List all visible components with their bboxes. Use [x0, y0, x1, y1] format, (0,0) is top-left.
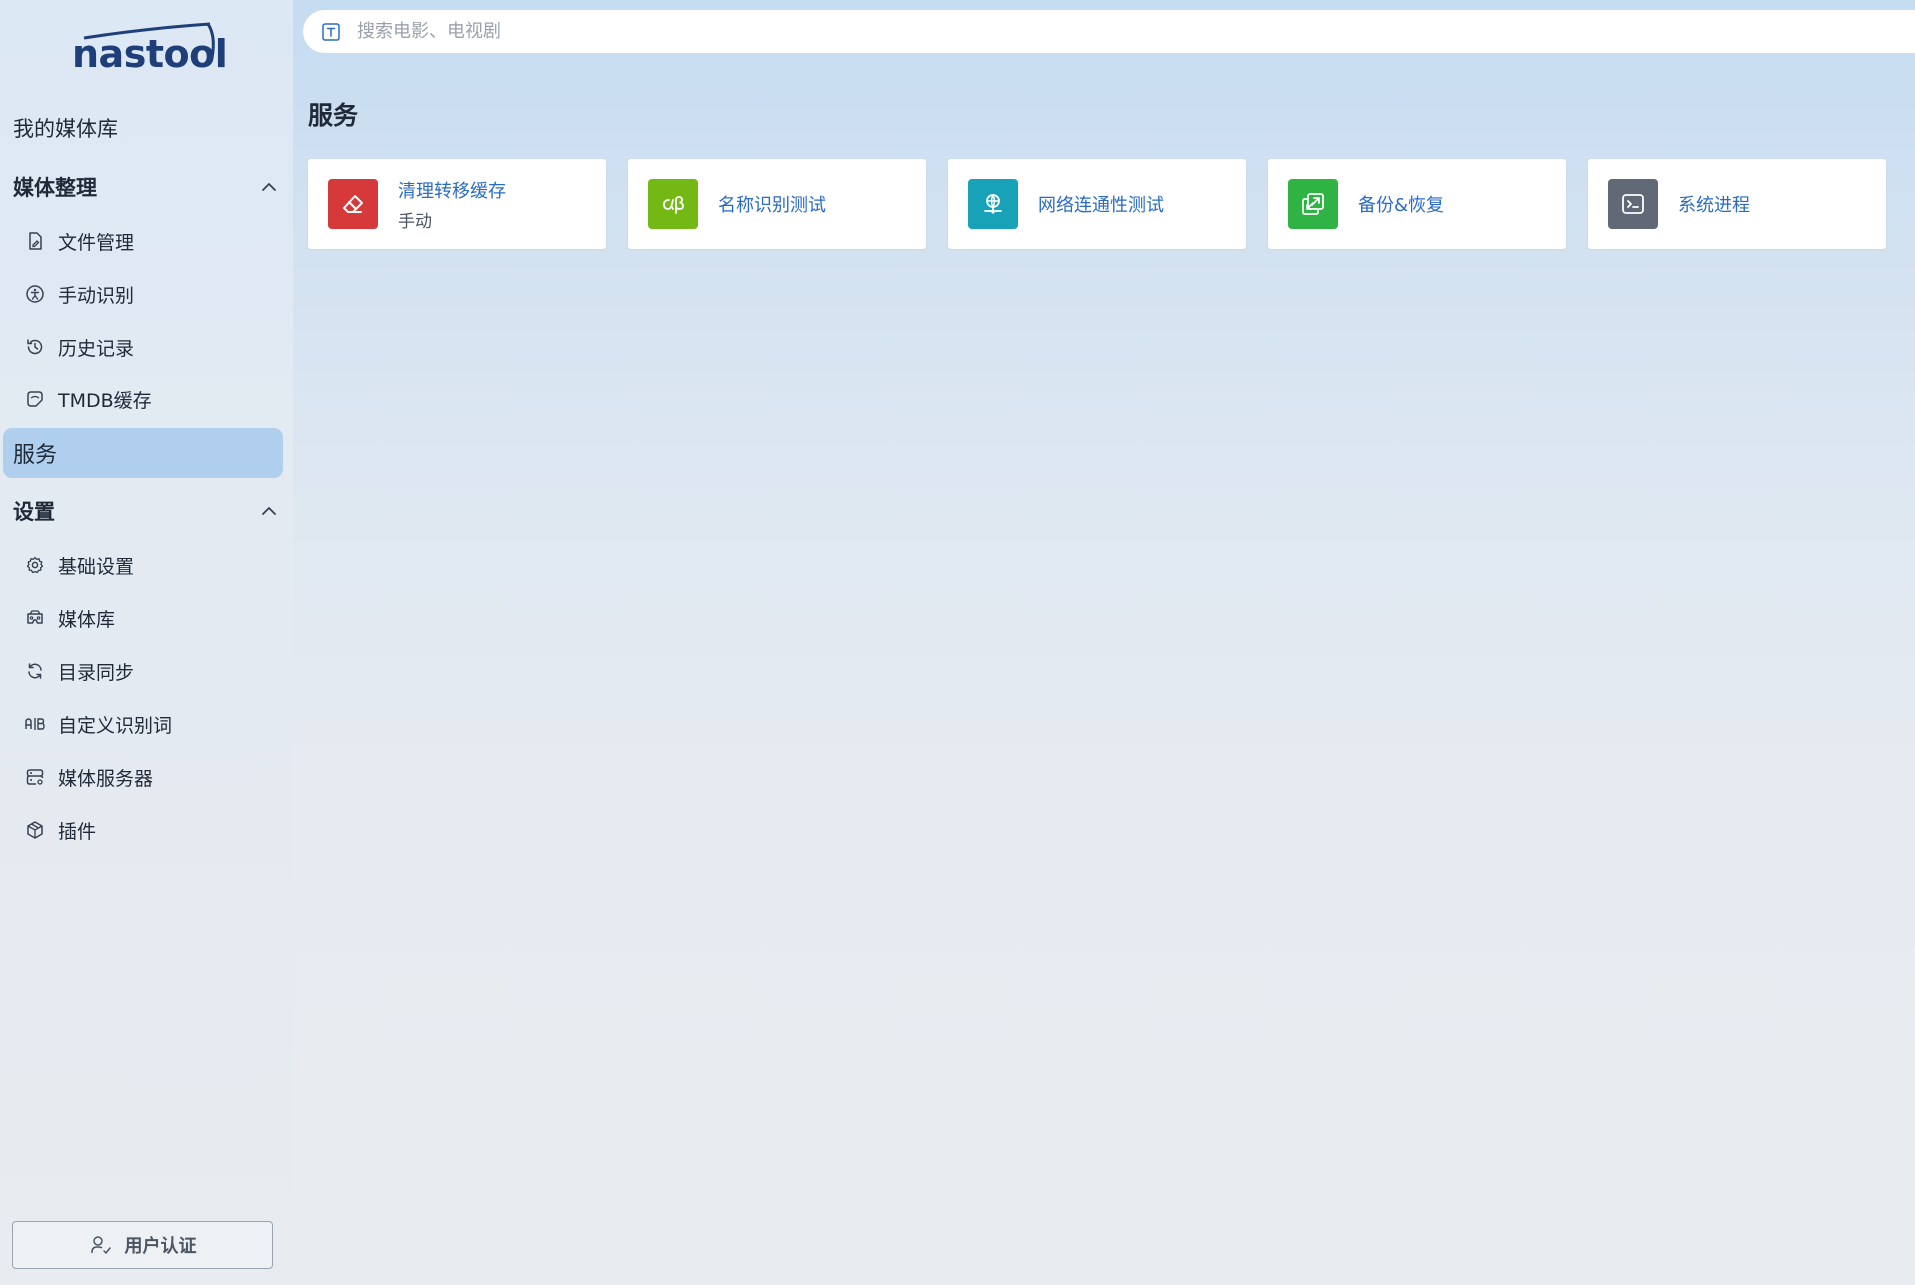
sidebar-group-label: 设置: [13, 500, 55, 524]
service-name: 系统进程: [1678, 195, 1750, 216]
sticker-icon: [24, 388, 46, 410]
sidebar-item-media-library[interactable]: 媒体库: [24, 598, 279, 638]
server-icon: [24, 766, 46, 788]
service-card-network-test[interactable]: 网络连通性测试: [948, 159, 1246, 249]
sidebar-item-label: 手动识别: [58, 284, 135, 307]
sidebar-group-label: 媒体整理: [13, 176, 97, 200]
service-sub: 手动: [398, 211, 432, 232]
sidebar-item-media-server[interactable]: 媒体服务器: [24, 757, 279, 797]
sidebar-item-basic-settings[interactable]: 基础设置: [24, 545, 279, 585]
search-input[interactable]: [357, 21, 957, 42]
sidebar-item-tmdb-cache[interactable]: TMDB缓存: [24, 379, 279, 419]
sidebar-item-label: 文件管理: [58, 231, 135, 254]
service-name: 清理转移缓存: [398, 180, 506, 202]
terminal-icon: [1608, 179, 1658, 229]
search-bar[interactable]: [303, 10, 1915, 53]
sidebar-group-settings[interactable]: 设置: [13, 491, 283, 531]
gear-icon: [24, 554, 46, 576]
service-card-backup-restore[interactable]: 备份&恢复: [1268, 159, 1566, 249]
history-icon: [24, 336, 46, 358]
page-title: 服务: [308, 101, 359, 130]
sidebar-group-media[interactable]: 媒体整理: [13, 167, 283, 207]
logo-text: nastool: [72, 32, 228, 76]
backup-icon: [1288, 179, 1338, 229]
sidebar: nastool 我的媒体库 媒体整理 文件管理 手动识别 历史记录 TMDB缓存…: [0, 0, 293, 1285]
cardboard-icon: [24, 607, 46, 629]
sidebar-item-label: 基础设置: [58, 555, 135, 578]
sidebar-item-manual-identify[interactable]: 手动识别: [24, 274, 279, 314]
sidebar-item-custom-words[interactable]: 自定义识别词: [24, 704, 279, 744]
sidebar-item-label: 插件: [58, 820, 97, 843]
eraser-icon: [328, 179, 378, 229]
sidebar-item-label: 媒体库: [58, 608, 116, 631]
sidebar-item-dir-sync[interactable]: 目录同步: [24, 651, 279, 691]
user-check-icon: [90, 1236, 111, 1254]
service-name: 备份&恢复: [1358, 195, 1445, 216]
package-icon: [24, 819, 46, 841]
sidebar-item-history[interactable]: 历史记录: [24, 327, 279, 367]
sidebar-item-plugins[interactable]: 插件: [24, 810, 279, 850]
chevron-up-icon: [262, 507, 276, 515]
network-icon: [968, 179, 1018, 229]
sidebar-item-my-library[interactable]: 我的媒体库: [13, 113, 118, 143]
alpha-beta-icon: [648, 179, 698, 229]
sidebar-item-services[interactable]: 服务: [3, 428, 283, 478]
service-name: 网络连通性测试: [1038, 195, 1164, 216]
refresh-icon: [24, 660, 46, 682]
user-auth-label: 用户认证: [124, 1236, 197, 1257]
chevron-up-icon: [262, 183, 276, 191]
user-auth-button[interactable]: 用户认证: [12, 1221, 273, 1269]
sidebar-item-label: 目录同步: [58, 661, 135, 684]
sidebar-item-label: 自定义识别词: [58, 714, 173, 737]
service-card-clear-cache[interactable]: 清理转移缓存 手动: [308, 159, 606, 249]
app-logo[interactable]: nastool: [70, 22, 228, 78]
file-edit-icon: [24, 230, 46, 252]
sidebar-item-file-manage[interactable]: 文件管理: [24, 221, 279, 261]
sidebar-item-label: TMDB缓存: [58, 389, 152, 412]
search-icon: [322, 22, 340, 41]
service-card-processes[interactable]: 系统进程: [1588, 159, 1886, 249]
ab-icon: [24, 713, 46, 735]
service-name: 名称识别测试: [718, 195, 826, 216]
sidebar-item-label: 媒体服务器: [58, 767, 154, 790]
sidebar-item-label: 历史记录: [58, 337, 135, 360]
service-card-name-test[interactable]: 名称识别测试: [628, 159, 926, 249]
accessibility-icon: [24, 283, 46, 305]
